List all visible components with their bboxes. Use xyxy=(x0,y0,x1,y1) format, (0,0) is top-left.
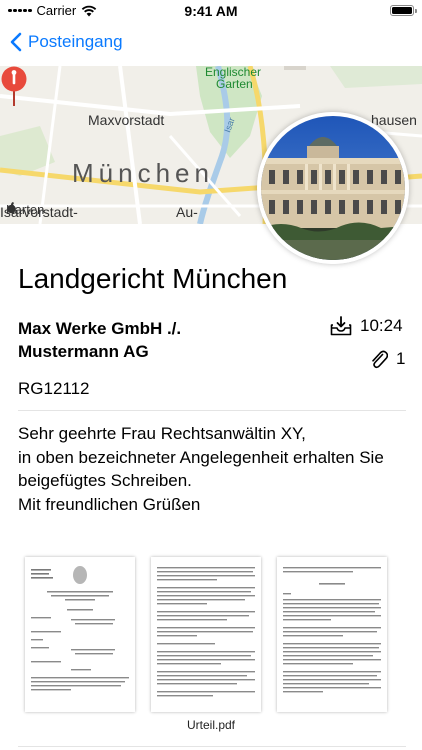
apple-icon xyxy=(7,202,16,214)
document-page-thumbnail[interactable] xyxy=(151,557,261,712)
message-body: Sehr geehrte Frau Rechtsanwältin XY, in … xyxy=(18,424,384,514)
document-page-thumbnail[interactable] xyxy=(25,557,135,712)
navigation-bar: Posteingang xyxy=(0,22,422,66)
back-label: Posteingang xyxy=(28,32,123,51)
battery-icon xyxy=(390,5,417,16)
map-label-au: Au- xyxy=(176,204,198,220)
attachment-preview[interactable] xyxy=(0,557,422,712)
sender-title: Landgericht München xyxy=(18,263,288,294)
case-parties: Max Werke GmbH ./. Mustermann AG xyxy=(18,317,248,363)
status-bar: Carrier 9:41 AM xyxy=(0,0,422,22)
status-time: 9:41 AM xyxy=(184,3,238,19)
attachment-file-name[interactable]: Urteil.pdf xyxy=(0,718,422,732)
inbox-download-icon xyxy=(330,316,352,336)
document-page-thumbnail[interactable] xyxy=(277,557,387,712)
case-parties-line-1: Max Werke GmbH ./. xyxy=(18,319,182,338)
map-label-maxvorstadt: Maxvorstadt xyxy=(88,112,165,128)
back-button[interactable]: Posteingang xyxy=(10,32,123,52)
map-pin-icon[interactable] xyxy=(0,66,28,106)
paperclip-icon xyxy=(372,350,388,369)
map-label-garten: Garten xyxy=(216,77,253,91)
maps-attribution: Karten xyxy=(6,202,44,217)
chevron-left-icon xyxy=(10,32,22,52)
received-time: 10:24 xyxy=(330,316,403,336)
map-city-label: München xyxy=(72,158,214,188)
court-building-photo xyxy=(257,112,409,264)
received-time-value: 10:24 xyxy=(360,316,403,335)
map-label-hausen: hausen xyxy=(371,112,417,128)
divider xyxy=(18,410,406,411)
case-reference: RG12112 xyxy=(18,379,90,398)
attachment-count[interactable]: 1 xyxy=(370,349,405,369)
case-parties-line-2: Mustermann AG xyxy=(18,342,149,361)
attachment-count-value: 1 xyxy=(396,349,406,368)
divider xyxy=(18,746,406,747)
